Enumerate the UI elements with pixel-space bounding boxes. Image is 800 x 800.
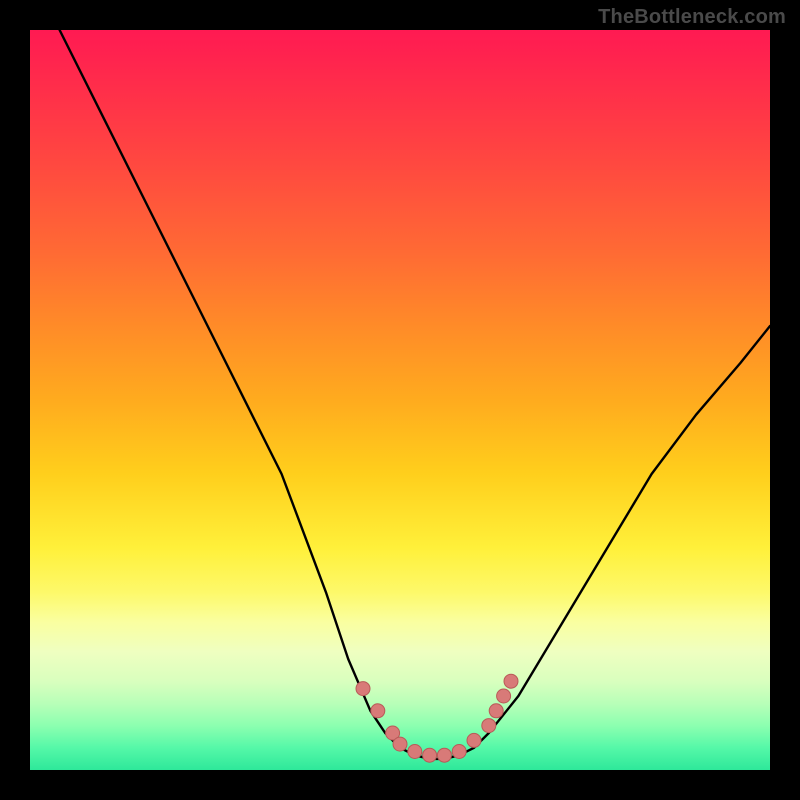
chart-frame: TheBottleneck.com <box>0 0 800 800</box>
curve-marker <box>504 674 518 688</box>
curve-marker <box>482 719 496 733</box>
curve-marker <box>356 682 370 696</box>
curve-marker <box>497 689 511 703</box>
chart-svg <box>30 30 770 770</box>
curve-marker <box>408 745 422 759</box>
curve-marker <box>371 704 385 718</box>
bottleneck-curve <box>60 30 770 759</box>
plot-area <box>30 30 770 770</box>
watermark-text: TheBottleneck.com <box>598 6 786 29</box>
curve-marker <box>423 748 437 762</box>
curve-marker <box>393 737 407 751</box>
curve-marker <box>452 745 466 759</box>
curve-marker <box>467 733 481 747</box>
curve-markers <box>356 674 518 762</box>
curve-marker <box>489 704 503 718</box>
curve-marker <box>437 748 451 762</box>
